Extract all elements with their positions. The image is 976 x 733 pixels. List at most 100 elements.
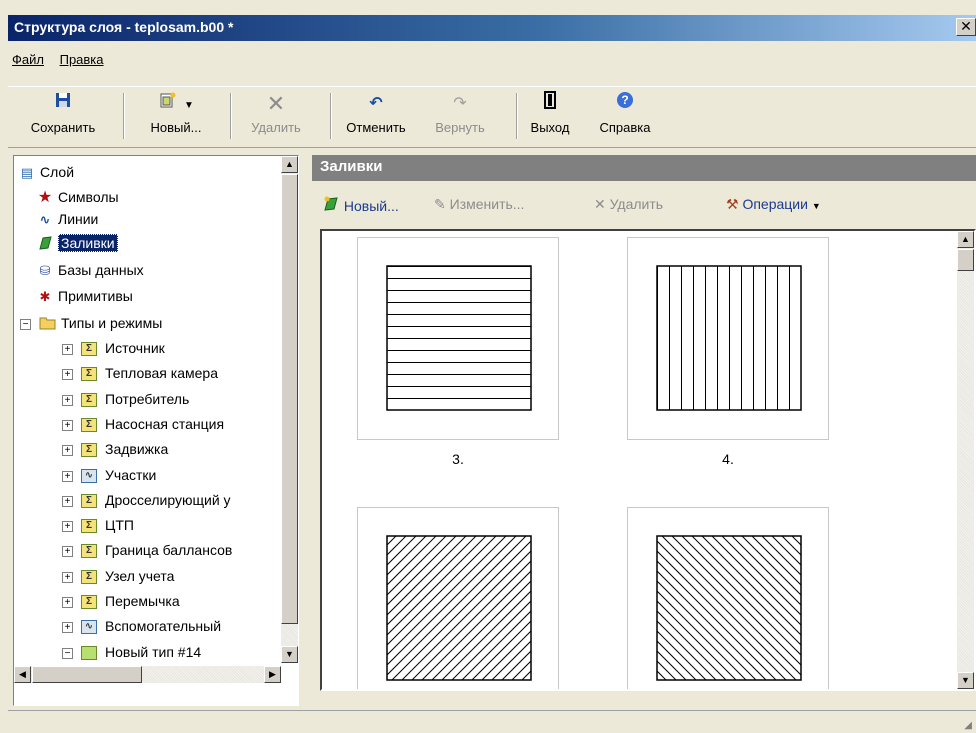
- object-type-icon: Σ: [81, 443, 97, 458]
- tree-item-label: Задвижка: [105, 441, 169, 457]
- fill-tile[interactable]: 3.: [357, 237, 559, 467]
- fill-pattern-preview: [656, 265, 802, 411]
- menu-edit[interactable]: Правка: [60, 52, 104, 67]
- expand-icon[interactable]: +: [62, 596, 73, 608]
- object-type-icon: Σ: [81, 418, 97, 433]
- fills-gallery[interactable]: 3. 4. ▲ ▼: [320, 229, 976, 691]
- fill-pattern-preview: [656, 535, 802, 681]
- tree-item-primitives[interactable]: ✱ Примитивы: [36, 286, 133, 308]
- tree-item-type[interactable]: + Σ Насосная станция: [62, 414, 224, 436]
- tree-item-label: Новый тип #14: [105, 644, 202, 660]
- exit-label: Выход: [530, 120, 570, 135]
- object-type-icon: [81, 646, 97, 661]
- collapse-icon[interactable]: −: [62, 647, 73, 659]
- tree-item-type[interactable]: + Σ Перемычка: [62, 591, 180, 613]
- fill-tile[interactable]: [627, 507, 829, 689]
- scroll-left-icon[interactable]: ◀: [14, 666, 31, 683]
- tree-item-symbols[interactable]: ★ Символы: [36, 187, 119, 209]
- close-button[interactable]: ✕: [956, 18, 976, 36]
- resize-grip-icon[interactable]: ◢: [964, 720, 972, 731]
- tree-vertical-scrollbar[interactable]: ▲ ▼: [281, 156, 298, 663]
- collapse-icon[interactable]: −: [20, 318, 31, 330]
- expand-icon[interactable]: +: [62, 419, 73, 431]
- tree-item-type[interactable]: + Σ Граница баллансов: [62, 540, 232, 562]
- expand-icon[interactable]: +: [62, 495, 73, 507]
- expand-icon[interactable]: +: [62, 444, 73, 456]
- delete-button[interactable]: ✕ Удалить: [234, 91, 318, 143]
- scroll-up-icon[interactable]: ▲: [281, 156, 298, 173]
- expand-icon[interactable]: +: [62, 343, 73, 355]
- scroll-right-icon[interactable]: ▶: [264, 666, 281, 683]
- exit-button[interactable]: Выход: [520, 91, 580, 143]
- fill-tile[interactable]: 4.: [627, 237, 829, 467]
- tree-group-types[interactable]: − Типы и режимы: [20, 313, 162, 335]
- expand-icon[interactable]: +: [62, 520, 73, 532]
- fill-leaf-icon: [36, 236, 54, 252]
- tree-item-type[interactable]: − Новый тип #14: [62, 642, 201, 664]
- tree-item-fills[interactable]: Заливки: [36, 233, 118, 255]
- toolbar-separator: [230, 93, 232, 139]
- dropdown-arrow-icon[interactable]: ▼: [184, 100, 194, 111]
- object-type-icon: Σ: [81, 494, 97, 509]
- door-icon: [520, 91, 580, 117]
- star-icon: ★: [37, 189, 53, 207]
- fill-tile-label: 3.: [452, 451, 464, 467]
- primitives-icon: ✱: [39, 289, 51, 305]
- scroll-thumb[interactable]: [957, 249, 974, 271]
- expand-icon[interactable]: +: [62, 571, 73, 583]
- expand-icon[interactable]: +: [62, 394, 73, 406]
- scroll-thumb[interactable]: [32, 666, 142, 683]
- fill-tile[interactable]: [357, 507, 559, 689]
- expand-icon[interactable]: +: [62, 368, 73, 380]
- tree-item-type[interactable]: + Σ Дросселирующий у: [62, 490, 231, 512]
- panel-title: Заливки: [312, 155, 976, 181]
- menu-file[interactable]: Файл: [12, 52, 44, 67]
- fill-new-button[interactable]: Новый...: [322, 196, 399, 214]
- object-type-icon: Σ: [81, 570, 97, 585]
- fill-tile-label: 4.: [722, 451, 734, 467]
- tree-item-type[interactable]: + Σ ЦТП: [62, 515, 134, 537]
- menu-bar: Файл Правка: [8, 48, 976, 72]
- tree-item-label: Потребитель: [105, 391, 190, 407]
- tree-item-lines[interactable]: ∿ Линии: [36, 209, 99, 231]
- scroll-thumb[interactable]: [281, 174, 298, 624]
- tree-item-databases[interactable]: ⛁ Базы данных: [36, 260, 144, 282]
- scroll-up-icon[interactable]: ▲: [957, 231, 974, 248]
- redo-button[interactable]: ↷ Вернуть: [420, 91, 500, 143]
- toolbar-separator: [516, 93, 518, 139]
- object-type-icon: Σ: [81, 595, 97, 610]
- save-button[interactable]: Сохранить: [8, 91, 118, 143]
- gallery-vertical-scrollbar[interactable]: ▲ ▼: [957, 231, 974, 689]
- fill-edit-button[interactable]: ✎ Изменить...: [434, 196, 524, 213]
- expand-icon[interactable]: +: [62, 545, 73, 557]
- redo-icon: ↷: [453, 95, 467, 112]
- tree-root[interactable]: ▤ Слой: [18, 162, 74, 184]
- scroll-down-icon[interactable]: ▼: [281, 646, 298, 663]
- new-button[interactable]: ▼ Новый...: [130, 91, 222, 143]
- operations-button[interactable]: ⚒ Операции ▼: [726, 196, 821, 213]
- tree-item-type[interactable]: + ∿ Участки: [62, 465, 156, 487]
- expand-icon[interactable]: +: [62, 470, 73, 482]
- folder-open-icon: [39, 316, 57, 332]
- delete-x-icon: ✕: [266, 91, 286, 116]
- tree-item-type[interactable]: + Σ Задвижка: [62, 439, 168, 461]
- help-button[interactable]: ? Справка: [586, 91, 664, 143]
- tree-item-type[interactable]: + Σ Тепловая камера: [62, 363, 218, 385]
- undo-button[interactable]: ↶ Отменить: [334, 91, 418, 143]
- tree-item-type[interactable]: + ∿ Вспомогательный: [62, 616, 221, 638]
- new-label: Новый...: [150, 120, 202, 135]
- toolbar-separator: [123, 93, 125, 139]
- tree-horizontal-scrollbar[interactable]: ◀ ▶: [14, 666, 281, 683]
- tree-item-type[interactable]: + Σ Потребитель: [62, 389, 189, 411]
- tools-icon: ⚒: [726, 196, 739, 212]
- floppy-icon: [8, 91, 118, 117]
- tree-item-label: Граница баллансов: [105, 542, 233, 558]
- tree-item-label: Участки: [105, 467, 157, 483]
- layer-tree[interactable]: ▤ Слой ★ Символы ∿ Линии Заливки ⛁ Базы данн…: [13, 155, 299, 706]
- tree-item-type[interactable]: + Σ Источник: [62, 338, 165, 360]
- fill-delete-button[interactable]: ✕ Удалить: [594, 196, 663, 213]
- expand-icon[interactable]: +: [62, 621, 73, 633]
- save-label: Сохранить: [30, 120, 96, 135]
- scroll-down-icon[interactable]: ▼: [957, 672, 974, 689]
- tree-item-type[interactable]: + Σ Узел учета: [62, 566, 174, 588]
